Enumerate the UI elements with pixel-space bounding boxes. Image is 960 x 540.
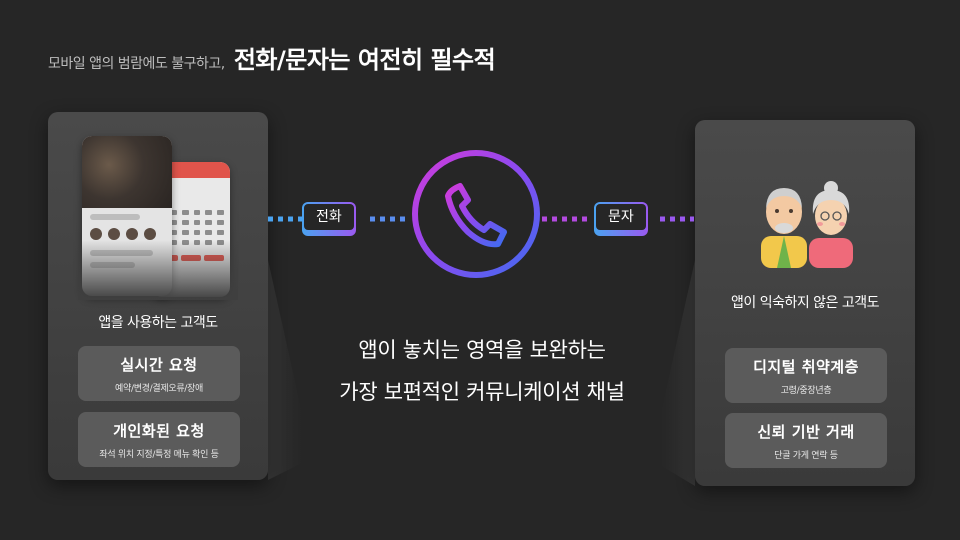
channel-tag-label: 문자 bbox=[596, 204, 646, 230]
left-panel: 앱을 사용하는 고객도 실시간 요청 예약/변경/결제오류/장애 개인화된 요청… bbox=[48, 112, 268, 480]
center-text-line1: 앱이 놓치는 영역을 보완하는 bbox=[358, 338, 606, 362]
card-desc: 좌석 위치 지정/특정 메뉴 확인 등 bbox=[99, 450, 219, 460]
card-title: 신뢰 기반 거래 bbox=[757, 423, 855, 441]
card-desc: 단골 가게 연락 등 bbox=[774, 451, 838, 461]
card-personalized-request: 개인화된 요청 좌석 위치 지정/특정 메뉴 확인 등 bbox=[78, 412, 240, 467]
card-desc: 예약/변경/결제오류/장애 bbox=[115, 384, 203, 394]
headline: 모바일 앱의 범람에도 불구하고, 전화/문자는 여전히 필수적 bbox=[48, 40, 496, 75]
card-digital-vulnerable: 디지털 취약계층 고령/중장년층 bbox=[725, 348, 887, 403]
channel-tag-label: 전화 bbox=[304, 204, 354, 230]
card-trust-based: 신뢰 기반 거래 단골 가게 연락 등 bbox=[725, 413, 887, 468]
card-desc: 고령/중장년층 bbox=[780, 386, 832, 396]
phone-icon bbox=[412, 150, 540, 278]
headline-sub: 모바일 앱의 범람에도 불구하고, bbox=[48, 56, 225, 72]
center-text-line2: 가장 보편적인 커뮤니케이션 채널 bbox=[339, 380, 625, 404]
left-panel-title: 앱을 사용하는 고객도 bbox=[98, 315, 218, 331]
card-title: 개인화된 요청 bbox=[113, 422, 205, 440]
card-title: 실시간 요청 bbox=[120, 356, 198, 374]
channel-tag-sms: 문자 bbox=[594, 202, 648, 236]
elderly-couple-icon bbox=[761, 181, 853, 268]
headline-main: 전화/문자는 여전히 필수적 bbox=[233, 46, 496, 74]
right-panel-title: 앱이 익숙하지 않은 고객도 bbox=[730, 295, 880, 311]
card-title: 디지털 취약계층 bbox=[753, 358, 859, 376]
channel-tag-call: 전화 bbox=[302, 202, 356, 236]
app-mockup bbox=[78, 132, 238, 300]
right-panel: 앱이 익숙하지 않은 고객도 디지털 취약계층 고령/중장년층 신뢰 기반 거래… bbox=[695, 120, 915, 486]
card-realtime-request: 실시간 요청 예약/변경/결제오류/장애 bbox=[78, 346, 240, 401]
